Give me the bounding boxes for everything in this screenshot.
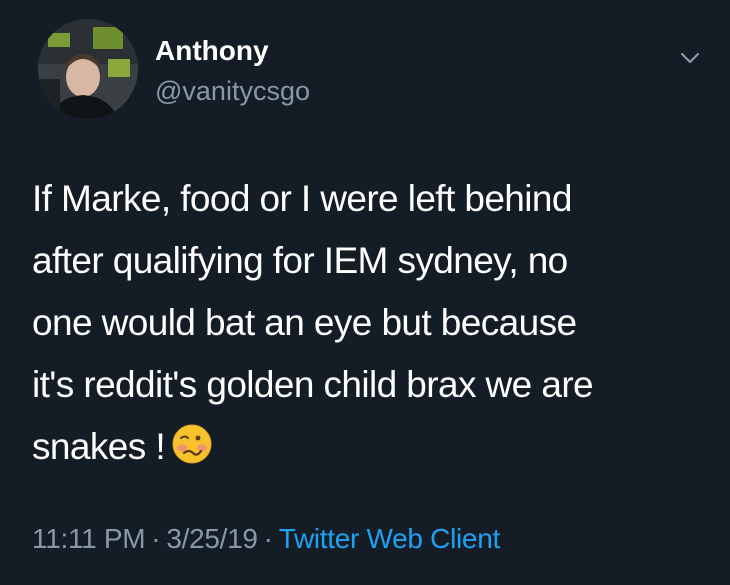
tweet-text-line-last: snakes ! [32,416,702,478]
display-name[interactable]: Anthony [155,35,269,67]
tweet-card: Anthony @vanitycsgo If Marke, food or I … [0,0,730,585]
tweet-date[interactable]: 3/25/19 [166,523,258,554]
user-handle[interactable]: @vanitycsgo [155,75,310,107]
woozy-face-emoji-icon [171,422,213,464]
tweet-client-link[interactable]: Twitter Web Client [279,523,501,554]
tweet-text-line: If Marke, food or I were left behind [32,178,572,219]
tweet-text: If Marke, food or I were left behind aft… [32,168,702,478]
tweet-text-line: one would bat an eye but because [32,302,577,343]
tweet-meta: 11:11 PM · 3/25/19 · Twitter Web Client [32,522,500,556]
tweet-text-segment: snakes ! [32,426,166,467]
tweet-text-line: after qualifying for IEM sydney, no [32,240,568,281]
avatar[interactable] [38,19,138,119]
meta-separator: · [263,523,273,554]
chevron-down-icon[interactable] [676,44,704,72]
tweet-time[interactable]: 11:11 PM [32,523,146,554]
meta-separator: · [151,523,161,554]
tweet-text-line: it's reddit's golden child brax we are [32,364,594,405]
